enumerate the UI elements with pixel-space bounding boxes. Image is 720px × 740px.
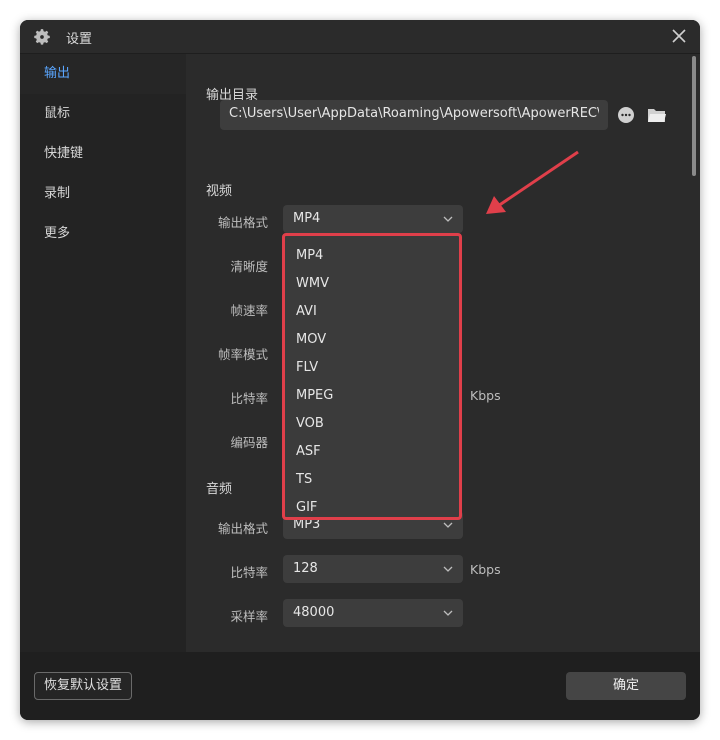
dropdown-option-vob[interactable]: VOB xyxy=(285,410,459,438)
audio-section-title: 音频 xyxy=(206,482,233,497)
window-title: 设置 xyxy=(66,32,93,47)
video-quality-label: 清晰度 xyxy=(230,259,268,274)
audio-bitrate-label: 比特率 xyxy=(230,565,268,580)
dropdown-option-mp4[interactable]: MP4 xyxy=(285,242,459,270)
video-bitrate-unit: Kbps xyxy=(470,388,501,403)
close-icon[interactable] xyxy=(670,27,688,45)
dropdown-option-mov[interactable]: MOV xyxy=(285,326,459,354)
folder-icon[interactable] xyxy=(647,106,667,124)
ok-button[interactable]: 确定 xyxy=(566,672,686,700)
format-dropdown-menu: MP4 WMV AVI MOV FLV MPEG VOB ASF TS GIF xyxy=(282,233,462,520)
dropdown-option-gif[interactable]: GIF xyxy=(285,494,459,522)
dropdown-option-ts[interactable]: TS xyxy=(285,466,459,494)
chevron-down-icon xyxy=(443,216,453,222)
chevron-down-icon xyxy=(443,610,453,616)
video-encoder-label: 编码器 xyxy=(230,435,268,450)
video-format-select[interactable]: MP4 xyxy=(283,205,463,233)
audio-samplerate-value: 48000 xyxy=(293,605,335,620)
sidebar-item-hotkeys[interactable]: 快捷键 xyxy=(20,134,186,174)
dropdown-option-avi[interactable]: AVI xyxy=(285,298,459,326)
dropdown-option-wmv[interactable]: WMV xyxy=(285,270,459,298)
video-framerate-mode-label: 帧率模式 xyxy=(217,347,268,362)
footer: 恢复默认设置 确定 xyxy=(20,652,700,720)
gear-icon xyxy=(34,29,50,45)
video-format-value: MP4 xyxy=(293,211,321,226)
annotation-arrow-icon xyxy=(486,150,579,214)
video-bitrate-label: 比特率 xyxy=(230,391,268,406)
audio-bitrate-unit: Kbps xyxy=(470,562,501,577)
chevron-down-icon xyxy=(443,566,453,572)
more-icon[interactable] xyxy=(617,106,635,124)
title-bar: 设置 xyxy=(20,20,700,54)
audio-bitrate-value: 128 xyxy=(293,561,318,576)
sidebar-item-more[interactable]: 更多 xyxy=(20,214,186,254)
dropdown-option-mpeg[interactable]: MPEG xyxy=(285,382,459,410)
output-path-field[interactable]: C:\Users\User\AppData\Roaming\Apowersoft… xyxy=(220,100,608,130)
reset-defaults-button[interactable]: 恢复默认设置 xyxy=(34,672,132,700)
video-framerate-label: 帧速率 xyxy=(230,303,268,318)
output-path-text: C:\Users\User\AppData\Roaming\Apowersoft… xyxy=(229,106,599,121)
audio-format-label: 输出格式 xyxy=(217,521,268,536)
dropdown-option-flv[interactable]: FLV xyxy=(285,354,459,382)
chevron-down-icon xyxy=(443,522,453,528)
dropdown-option-asf[interactable]: ASF xyxy=(285,438,459,466)
audio-bitrate-select[interactable]: 128 xyxy=(283,555,463,583)
video-format-label: 输出格式 xyxy=(217,215,268,230)
audio-samplerate-label: 采样率 xyxy=(230,609,268,624)
settings-window: 设置 输出 鼠标 快捷键 录制 更多 输出目录 C:\Users\User\Ap… xyxy=(20,20,700,720)
sidebar-item-record[interactable]: 录制 xyxy=(20,174,186,214)
sidebar: 输出 鼠标 快捷键 录制 更多 xyxy=(20,54,186,652)
sidebar-item-output[interactable]: 输出 xyxy=(20,54,186,94)
video-section-title: 视频 xyxy=(206,184,233,199)
audio-samplerate-select[interactable]: 48000 xyxy=(283,599,463,627)
sidebar-item-mouse[interactable]: 鼠标 xyxy=(20,94,186,134)
scrollbar[interactable] xyxy=(692,56,696,176)
